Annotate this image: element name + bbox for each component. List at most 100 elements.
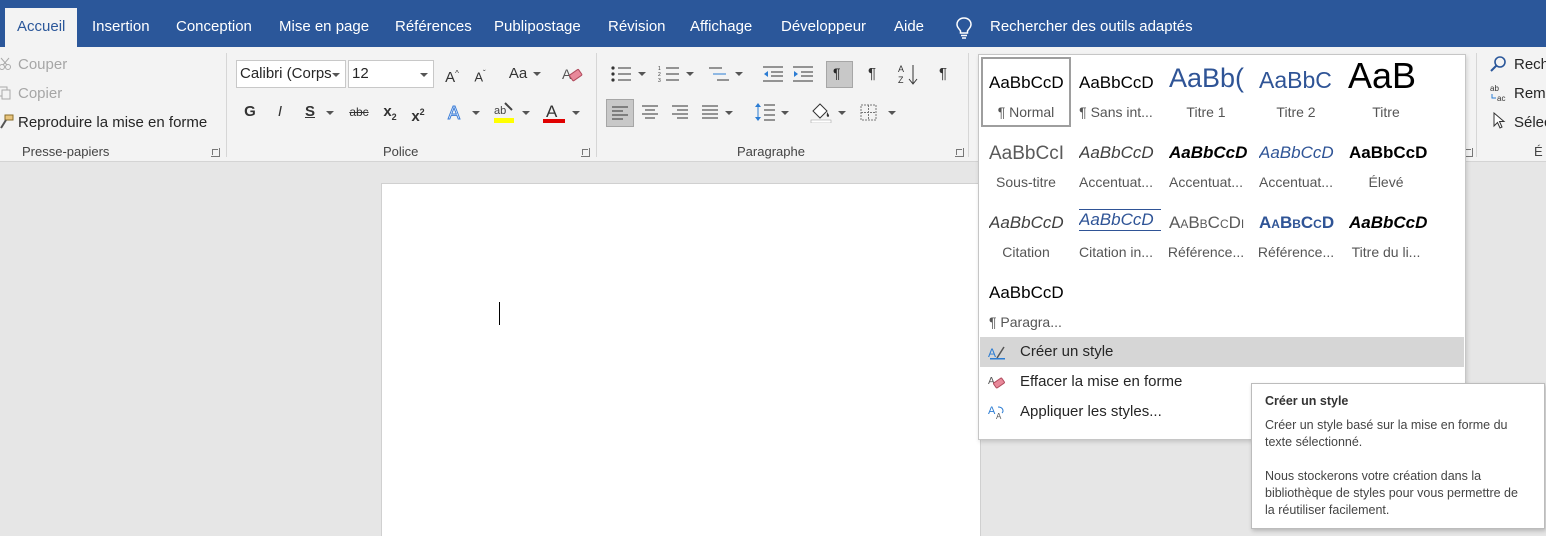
create-style-icon: A [988,346,1005,360]
shading-icon[interactable] [810,101,832,123]
style-sans-interligne[interactable]: AaBbCcD ¶ Sans int... [1071,57,1161,127]
clear-formatting-icon[interactable]: A [562,65,584,85]
ltr-pilcrow-label: ¶ [833,65,841,81]
numbering-icon[interactable]: 123 [658,65,680,83]
subscript-button[interactable]: x2 [380,99,400,125]
align-left-button[interactable] [606,99,634,127]
format-painter-button[interactable]: Reproduire la mise en forme [18,114,207,131]
style-sous-titre[interactable]: AaBbCcI Sous-titre [981,127,1071,197]
clipboard-launcher-icon[interactable] [211,148,220,157]
change-case-chevron-icon [533,72,541,76]
font-group-label: Police [383,144,419,159]
style-titre-2[interactable]: AaBbC Titre 2 [1251,57,1341,127]
ltr-button[interactable]: ¶ [826,61,853,88]
style-accentuation[interactable]: AaBbCcD Accentuat... [1161,127,1251,197]
style-eleve[interactable]: AaBbCcD Élevé [1341,127,1431,197]
tab-conception[interactable]: Conception [164,8,264,47]
style-citation-intense[interactable]: AaBbCcD Citation in... [1071,197,1161,267]
align-center-icon[interactable] [642,105,658,119]
tell-me-label: Rechercher des outils adaptés [990,18,1193,35]
style-titre-du-livre[interactable]: AaBbCcD Titre du li... [1341,197,1431,267]
find-button[interactable]: Rech [1514,56,1546,73]
superscript-label: x [411,108,420,125]
show-marks-label: ¶ [938,65,948,82]
decrease-indent-icon[interactable] [762,65,784,83]
clipboard-group-label: Presse-papiers [22,144,110,159]
font-launcher-icon[interactable] [581,148,590,157]
style-preview: AaBbCcI [989,143,1064,164]
tooltip-title: Créer un style [1265,394,1349,408]
tab-accueil[interactable]: Accueil [5,8,78,47]
create-style-label: Créer un style [1020,343,1114,360]
document-page[interactable] [381,183,981,536]
create-style-menu-item[interactable]: A Créer un style [980,337,1464,367]
style-name: Titre [1372,104,1400,120]
cut-button[interactable]: Couper [18,56,67,73]
shrink-font-label: A [474,69,483,85]
tab-developpeur[interactable]: Développeur [769,8,878,47]
change-case-button[interactable]: Aa [506,61,530,87]
style-preview: AaBbCcD [1259,213,1335,232]
tab-affichage[interactable]: Affichage [678,8,764,47]
italic-button[interactable]: I [270,99,290,125]
style-citation[interactable]: AaBbCcD Citation [981,197,1071,267]
font-size-dropdown[interactable]: 12 [348,60,434,88]
increase-indent-icon[interactable] [792,65,814,83]
sort-icon[interactable]: AZ [898,63,918,85]
group-divider [226,53,227,157]
copy-button[interactable]: Copier [18,85,62,102]
rtl-button[interactable]: ¶ [860,61,884,87]
tab-aide[interactable]: Aide [882,8,936,47]
svg-text:ab: ab [494,105,506,117]
show-marks-button[interactable]: ¶ [932,61,954,87]
style-reference-intense[interactable]: AaBbCcD Référence... [1251,197,1341,267]
style-name: Titre du li... [1351,244,1421,260]
multilevel-list-icon[interactable] [708,65,730,83]
font-color-icon[interactable]: A [542,101,566,125]
highlight-icon[interactable]: ab [492,101,516,125]
style-preview: AaB [1348,57,1417,96]
tab-revision[interactable]: Révision [596,8,678,47]
editing-group-label: É [1534,144,1543,159]
justify-icon[interactable] [702,105,718,119]
grow-font-button[interactable]: A^ [442,61,462,87]
paragraph-group-label: Paragraphe [737,144,805,159]
style-reference-legere[interactable]: AaBbCcDı Référence... [1161,197,1251,267]
style-accentuation-legere[interactable]: AaBbCcD Accentuat... [1071,127,1161,197]
tab-references[interactable]: Références [383,8,484,47]
superscript-button[interactable]: x2 [408,99,428,125]
paragraph-launcher-icon[interactable] [955,148,964,157]
style-name: Titre 2 [1276,104,1316,120]
replace-icon: abac [1490,84,1505,102]
tab-insertion[interactable]: Insertion [80,8,162,47]
align-right-icon[interactable] [672,105,688,119]
replace-button[interactable]: Remp [1514,85,1546,102]
strikethrough-button[interactable]: abc [346,99,372,125]
scissors-icon [0,57,11,70]
style-name: Accentuat... [1259,174,1333,190]
borders-icon[interactable] [860,104,877,121]
style-accentuation-intense[interactable]: AaBbCcD Accentuat... [1251,127,1341,197]
text-effects-icon[interactable]: A [446,102,468,124]
tab-publipostage[interactable]: Publipostage [482,8,593,47]
bold-button[interactable]: G [240,99,260,125]
bullets-chevron-icon [638,72,646,76]
style-normal[interactable]: AaBbCcD ¶ Normal [981,57,1071,127]
group-divider [596,53,597,157]
tab-mise-en-page[interactable]: Mise en page [267,8,381,47]
select-cursor-icon [1493,112,1506,129]
style-preview: AaBbCcD [989,213,1064,232]
bullets-icon[interactable] [610,65,632,83]
select-button[interactable]: Sélec [1514,114,1546,131]
style-paragraphe-liste[interactable]: AaBbCcD ¶ Paragra... [981,267,1071,337]
underline-button[interactable]: S [300,99,320,125]
line-spacing-icon[interactable] [754,102,776,122]
font-name-dropdown[interactable]: Calibri (Corps [236,60,346,88]
style-titre-1[interactable]: AaBb( Titre 1 [1161,57,1251,127]
shrink-font-button[interactable]: Aˇ [470,61,490,87]
multilevel-chevron-icon [735,72,743,76]
style-preview: AaBbCcDı [1169,213,1245,232]
style-name: ¶ Paragra... [989,314,1062,330]
style-name: Référence... [1257,244,1335,260]
style-titre[interactable]: AaB Titre [1341,57,1431,127]
